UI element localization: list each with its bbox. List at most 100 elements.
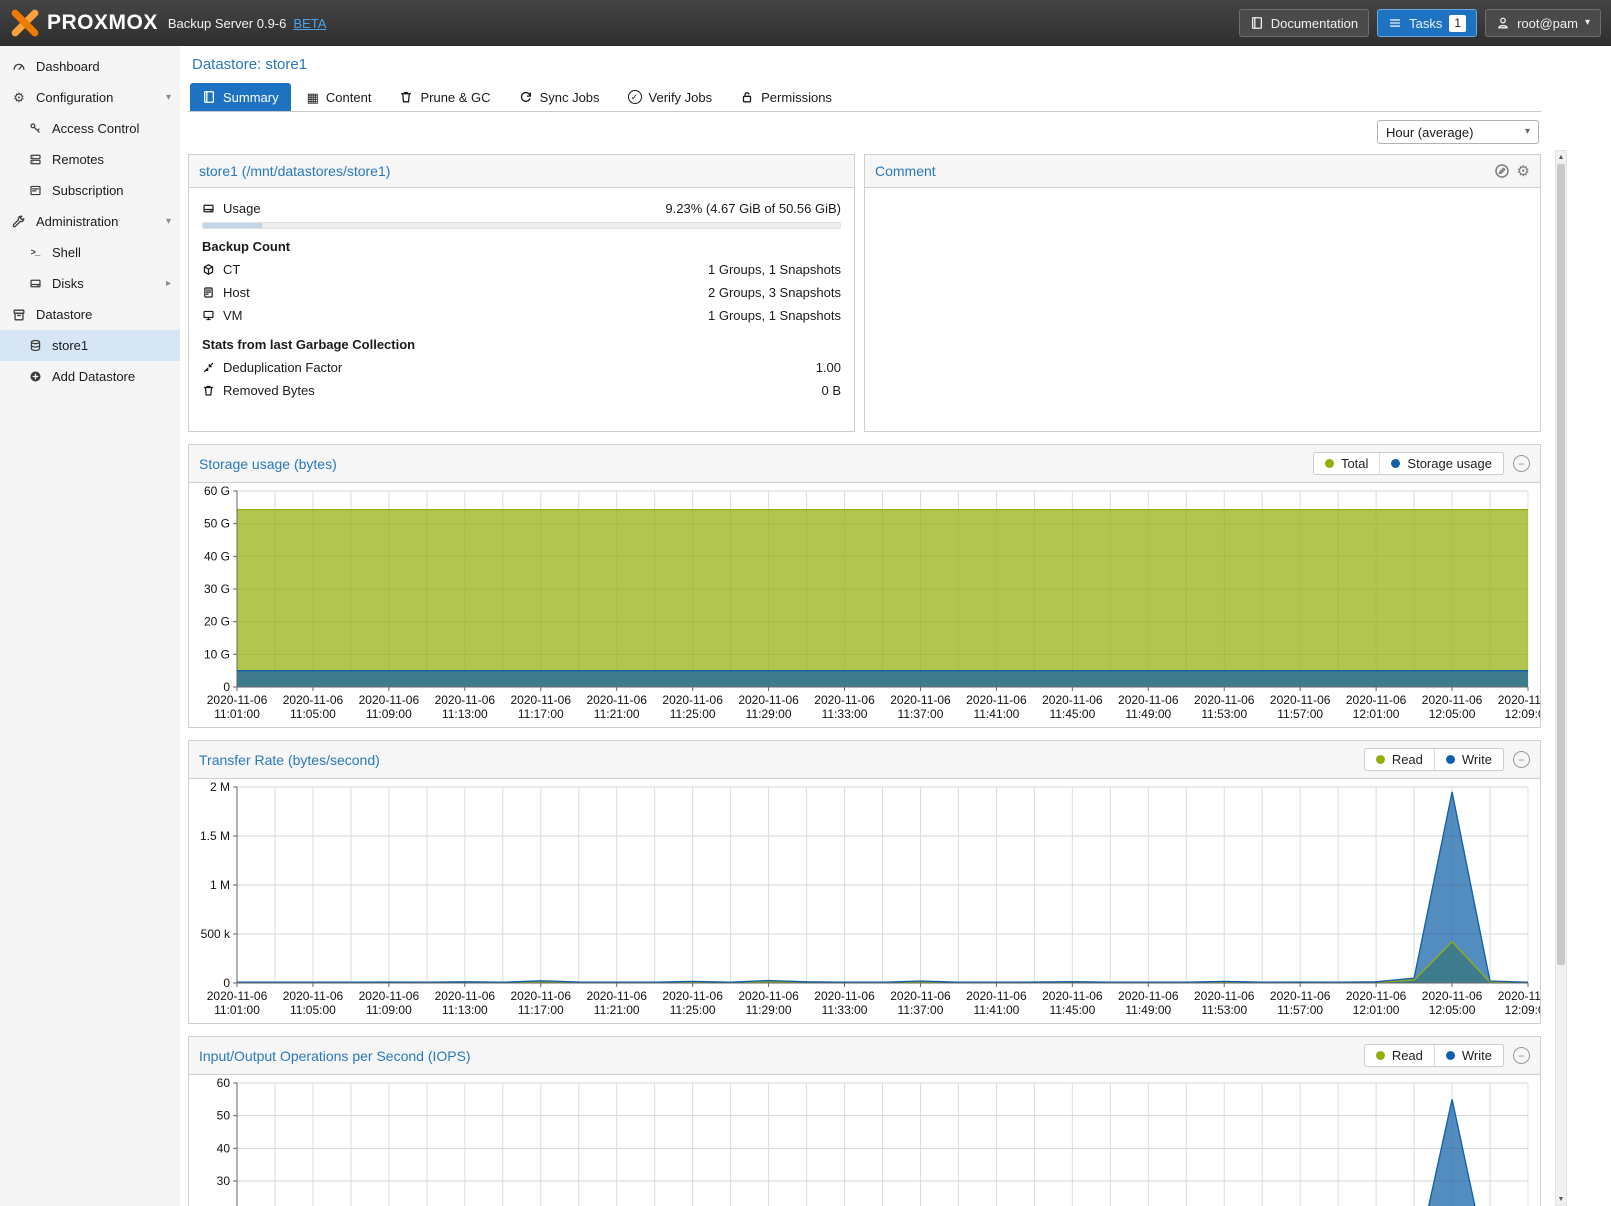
svg-text:2020-11-0612:09:00: 2020-11-0612:09:00 [1498,989,1540,1017]
sidebar-item-configuration[interactable]: ⚙ Configuration ▾ [0,82,180,113]
svg-text:50: 50 [217,1109,231,1123]
svg-text:2 M: 2 M [210,780,230,794]
tab-verify-jobs[interactable]: ✓ Verify Jobs [616,83,725,111]
user-menu-button[interactable]: root@pam ▾ [1485,9,1601,37]
summary-panel-header: store1 (/mnt/datastores/store1) [189,155,854,188]
chart-legend: Read Write [1364,748,1504,771]
svg-text:2020-11-0611:01:00: 2020-11-0611:01:00 [207,693,268,721]
sidebar-item-datastore[interactable]: Datastore [0,299,180,330]
backup-count-heading: Backup Count [202,239,841,254]
tab-sync-jobs[interactable]: Sync Jobs [507,83,612,111]
sidebar-item-add-datastore[interactable]: Add Datastore [0,361,180,392]
comment-body[interactable] [865,188,1540,431]
tab-bar: Summary ▦ Content Prune & GC Sync Jobs ✓… [188,82,1541,112]
sidebar-item-shell[interactable]: >_ Shell [0,237,180,268]
user-icon [1496,16,1510,30]
trash-icon [399,90,413,104]
legend-item-write[interactable]: Write [1434,749,1503,770]
svg-text:2020-11-0611:05:00: 2020-11-0611:05:00 [283,989,344,1017]
svg-text:60 G: 60 G [204,484,230,498]
database-icon [27,339,43,352]
svg-text:40 G: 40 G [204,549,230,563]
usage-progress-fill [203,223,262,228]
svg-text:2020-11-0611:05:00: 2020-11-0611:05:00 [283,693,344,721]
tab-prune-gc[interactable]: Prune & GC [387,83,502,111]
comment-panel: Comment ⚙ [864,154,1541,432]
svg-text:2020-11-0612:09:00: 2020-11-0612:09:00 [1498,693,1540,721]
host-icon [202,286,215,299]
server-icon [27,153,43,166]
iops-chart-panel: Input/Output Operations per Second (IOPS… [188,1036,1541,1206]
legend-item-total[interactable]: Total [1314,453,1379,474]
top-bar: PROXMOX Backup Server 0.9-6 BETA Documen… [0,0,1611,46]
expander-right-icon[interactable]: ▸ [166,279,171,289]
legend-item-storage-usage[interactable]: Storage usage [1379,453,1503,474]
timerange-select[interactable]: Hour (average) ▾ [1377,120,1539,144]
tasks-count-badge: 1 [1449,15,1466,32]
dedup-factor-row: Deduplication Factor 1.00 [202,356,841,379]
usage-value: 9.23% (4.67 GiB of 50.56 GiB) [665,201,841,216]
brand-wordmark: PROXMOX [47,11,158,35]
content-area: Datastore: store1 Summary ▦ Content Prun… [180,46,1611,1206]
svg-text:2020-11-0611:29:00: 2020-11-0611:29:00 [738,989,799,1017]
svg-text:2020-11-0611:17:00: 2020-11-0611:17:00 [511,989,572,1017]
scrollbar-thumb[interactable] [1557,164,1565,965]
hdd-icon [202,202,215,215]
iops-chart-header: Input/Output Operations per Second (IOPS… [189,1037,1540,1075]
svg-text:2020-11-0611:09:00: 2020-11-0611:09:00 [359,693,420,721]
summary-panel-body: Usage 9.23% (4.67 GiB of 50.56 GiB) Back… [189,188,854,431]
vertical-scrollbar[interactable]: ▲ ▼ [1555,150,1567,1206]
svg-text:2020-11-0611:57:00: 2020-11-0611:57:00 [1270,693,1331,721]
dashboard-icon [11,60,27,74]
chart-legend: Read Write [1364,1044,1504,1067]
legend-dot [1325,459,1334,468]
svg-text:60: 60 [217,1076,231,1090]
storage-usage-chart: 010 G20 G30 G40 G50 G60 G2020-11-0611:01… [189,483,1540,727]
collapse-chart-icon[interactable]: − [1513,1047,1530,1064]
legend-item-read[interactable]: Read [1365,749,1434,770]
task-list-icon [1388,16,1402,30]
tab-summary[interactable]: Summary [190,83,291,111]
brand: PROXMOX [10,8,158,38]
scroll-up-icon[interactable]: ▲ [1556,151,1566,163]
svg-text:2020-11-0611:53:00: 2020-11-0611:53:00 [1194,989,1255,1017]
key-icon [27,122,43,135]
sidebar-item-remotes[interactable]: Remotes [0,144,180,175]
sidebar-item-disks[interactable]: Disks ▸ [0,268,180,299]
svg-text:2020-11-0611:57:00: 2020-11-0611:57:00 [1270,989,1331,1017]
svg-text:2020-11-0611:37:00: 2020-11-0611:37:00 [890,989,951,1017]
grid-icon: ▦ [307,91,319,104]
svg-text:2020-11-0611:53:00: 2020-11-0611:53:00 [1194,693,1255,721]
scroll-down-icon[interactable]: ▼ [1556,1193,1566,1205]
documentation-button[interactable]: Documentation [1239,9,1369,37]
expander-down-icon[interactable]: ▾ [166,217,171,227]
tasks-button[interactable]: Tasks 1 [1377,9,1477,37]
settings-gear-icon[interactable]: ⚙ [1517,164,1530,179]
sidebar-item-subscription[interactable]: Subscription [0,175,180,206]
subscription-card-icon [27,184,43,197]
sidebar-item-dashboard[interactable]: Dashboard [0,51,180,82]
storage-usage-chart-panel: Storage usage (bytes) Total Storage usag… [188,444,1541,728]
expander-down-icon[interactable]: ▾ [166,93,171,103]
edit-comment-icon[interactable] [1494,163,1510,179]
svg-text:2020-11-0612:05:00: 2020-11-0612:05:00 [1422,989,1483,1017]
transfer-rate-chart-header: Transfer Rate (bytes/second) Read Write [189,741,1540,779]
chevron-down-icon: ▾ [1525,127,1530,137]
tab-content[interactable]: ▦ Content [295,83,384,111]
beta-link[interactable]: BETA [293,16,326,31]
sidebar-item-store1[interactable]: store1 [0,330,180,361]
sidebar-item-administration[interactable]: Administration ▾ [0,206,180,237]
svg-text:1 M: 1 M [210,878,230,892]
sidebar-item-access-control[interactable]: Access Control [0,113,180,144]
compress-arrows-icon [202,361,215,374]
backup-count-ct-row: CT 1 Groups, 1 Snapshots [202,258,841,281]
collapse-chart-icon[interactable]: − [1513,455,1530,472]
legend-dot [1446,755,1455,764]
svg-text:2020-11-0611:13:00: 2020-11-0611:13:00 [435,989,496,1017]
collapse-chart-icon[interactable]: − [1513,751,1530,768]
comment-panel-header: Comment ⚙ [865,155,1540,188]
legend-item-write[interactable]: Write [1434,1045,1503,1066]
tab-permissions[interactable]: Permissions [728,83,844,111]
legend-item-read[interactable]: Read [1365,1045,1434,1066]
plus-circle-icon [27,370,43,383]
